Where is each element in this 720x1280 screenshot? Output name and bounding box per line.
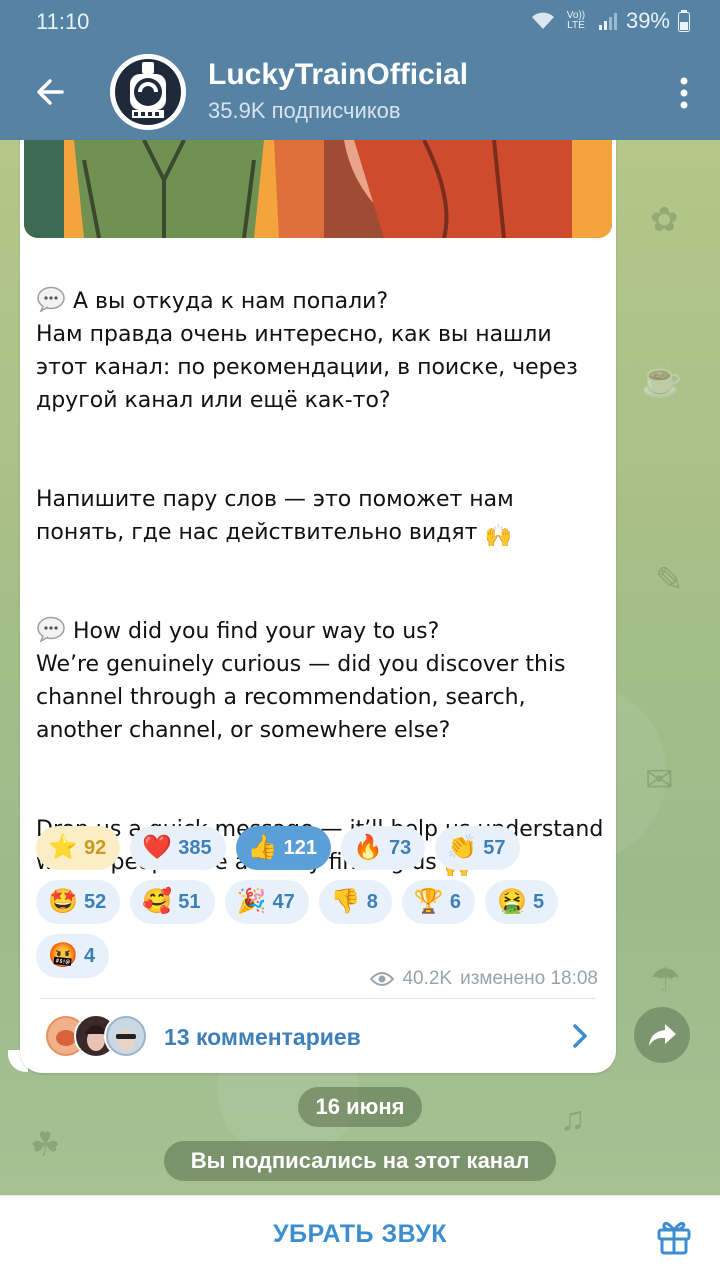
doodle-icon: ☂ [650, 961, 681, 999]
chevron-right-icon [573, 1024, 587, 1048]
cartoon-illustration-icon [24, 140, 612, 238]
thumbs-up-icon: 👍 [247, 834, 278, 861]
eye-icon [370, 972, 395, 986]
reaction-count: 51 [178, 890, 201, 913]
reaction-vomit[interactable]: 🤮 5 [485, 880, 559, 924]
kebab-menu-icon [680, 77, 688, 109]
status-icons: Vo)) LTE 39% [530, 8, 690, 34]
view-count: 40.2K [402, 968, 453, 989]
date-separator: 16 июня [298, 1087, 422, 1127]
reaction-smiling-hearts[interactable]: 🥰 51 [130, 880, 215, 924]
service-message: Вы подписались на этот канал [164, 1141, 556, 1181]
chat-header: 11:10 Vo)) LTE 39% LuckyTrainOfficial 35… [0, 0, 720, 140]
reaction-clap[interactable]: 👏 57 [435, 826, 520, 870]
reaction-trophy[interactable]: 🏆 6 [401, 880, 475, 924]
reaction-party[interactable]: 🎉 47 [224, 880, 309, 924]
doodle-icon: ✿ [650, 201, 679, 239]
fire-icon: 🔥 [353, 834, 383, 861]
speech-bubble-icon [36, 286, 66, 313]
reaction-count: 385 [178, 836, 212, 859]
comments-label: 13 комментариев [164, 1024, 361, 1050]
post-text: А вы откуда к нам попали? Нам правда оче… [36, 252, 606, 912]
commenter-avatar [104, 1014, 148, 1058]
reaction-count: 47 [272, 890, 295, 913]
doodle-icon: ☕ [640, 361, 683, 399]
volte-indicator: Vo)) LTE [566, 10, 586, 31]
doodle-icon: ✉ [645, 761, 674, 799]
reaction-count: 57 [483, 836, 506, 859]
subscriber-count: 35.9K подписчиков [208, 98, 401, 123]
post-image[interactable] [24, 140, 612, 238]
comments-button[interactable]: 13 комментариев [44, 1012, 600, 1062]
gift-icon [657, 1221, 691, 1255]
share-arrow-icon [649, 1024, 676, 1046]
reaction-count: 121 [283, 836, 317, 859]
clapping-hands-icon: 👏 [447, 834, 478, 861]
signal-icon [598, 11, 618, 31]
status-time: 11:10 [36, 9, 90, 34]
reaction-star[interactable]: ⭐ 92 [36, 826, 121, 870]
channel-title[interactable]: LuckyTrainOfficial [208, 58, 468, 92]
more-menu-button[interactable] [678, 76, 690, 110]
post-meta: 40.2K изменено 18:08 [370, 968, 598, 990]
reaction-count: 5 [533, 890, 545, 913]
party-popper-icon: 🎉 [236, 888, 267, 915]
reactions-bar: ⭐ 92 ❤️ 385 👍 121 🔥 73 👏 57 🤩 52 🥰 51 🎉 47 👎 8 🏆 6… [36, 826, 606, 978]
paragraph-text: How did you find your way to us? We’re g… [36, 619, 566, 743]
reaction-count: 92 [84, 836, 107, 859]
doodle-icon: ♫ [560, 1100, 586, 1138]
reaction-count: 4 [84, 944, 96, 967]
gift-button[interactable] [654, 1216, 694, 1256]
reaction-count: 8 [366, 890, 378, 913]
reaction-star-struck[interactable]: 🤩 52 [36, 880, 121, 924]
paragraph-text: А вы откуда к нам попали? Нам правда оче… [36, 289, 578, 413]
status-bar: 11:10 Vo)) LTE 39% [0, 0, 720, 44]
doodle-icon: ☘ [30, 1126, 61, 1164]
paragraph-ru-2: Напишите пару слов — это поможет нам пон… [36, 483, 606, 549]
reaction-heart[interactable]: ❤️ 385 [130, 826, 226, 870]
battery-icon [678, 10, 690, 32]
thumbs-down-icon: 👎 [330, 888, 361, 915]
paragraph-text: Напишите пару слов — это поможет нам пон… [36, 487, 514, 545]
reaction-thumbs-up[interactable]: 👍 121 [235, 826, 331, 870]
doodle-icon: ✎ [655, 561, 684, 599]
paragraph-en-1: How did you find your way to us? We’re g… [36, 615, 606, 747]
reaction-count: 73 [389, 836, 412, 859]
reaction-thumbs-down[interactable]: 👎 8 [318, 880, 392, 924]
trophy-icon: 🏆 [413, 888, 444, 915]
comments-divider [40, 998, 596, 999]
channel-avatar[interactable] [110, 54, 186, 130]
raised-hands-icon: 🙌 [484, 524, 512, 549]
wifi-icon [530, 11, 554, 31]
channel-post[interactable]: А вы откуда к нам попали? Нам правда оче… [20, 140, 616, 1073]
reaction-count: 6 [449, 890, 461, 913]
mute-button[interactable]: УБРАТЬ ЗВУК [0, 1220, 720, 1249]
battery-percent: 39% [625, 8, 670, 33]
cursing-face-icon: 🤬 [48, 942, 78, 969]
share-button[interactable] [634, 1007, 690, 1063]
speech-bubble-icon [36, 616, 66, 643]
arrow-left-icon [37, 79, 64, 105]
smiling-hearts-icon: 🥰 [142, 888, 173, 915]
train-logo-icon [110, 54, 186, 130]
vomiting-face-icon: 🤮 [497, 888, 527, 915]
edited-time: изменено 18:08 [460, 968, 598, 989]
reaction-count: 52 [84, 890, 107, 913]
star-icon: ⭐ [48, 834, 78, 861]
heart-icon: ❤️ [142, 834, 173, 861]
paragraph-ru-1: А вы откуда к нам попали? Нам правда оче… [36, 285, 606, 417]
reaction-cursing[interactable]: 🤬 4 [36, 934, 110, 978]
reaction-fire[interactable]: 🔥 73 [341, 826, 426, 870]
star-struck-icon: 🤩 [48, 888, 78, 915]
bottom-bar: УБРАТЬ ЗВУК [0, 1195, 720, 1280]
back-button[interactable] [28, 70, 72, 114]
